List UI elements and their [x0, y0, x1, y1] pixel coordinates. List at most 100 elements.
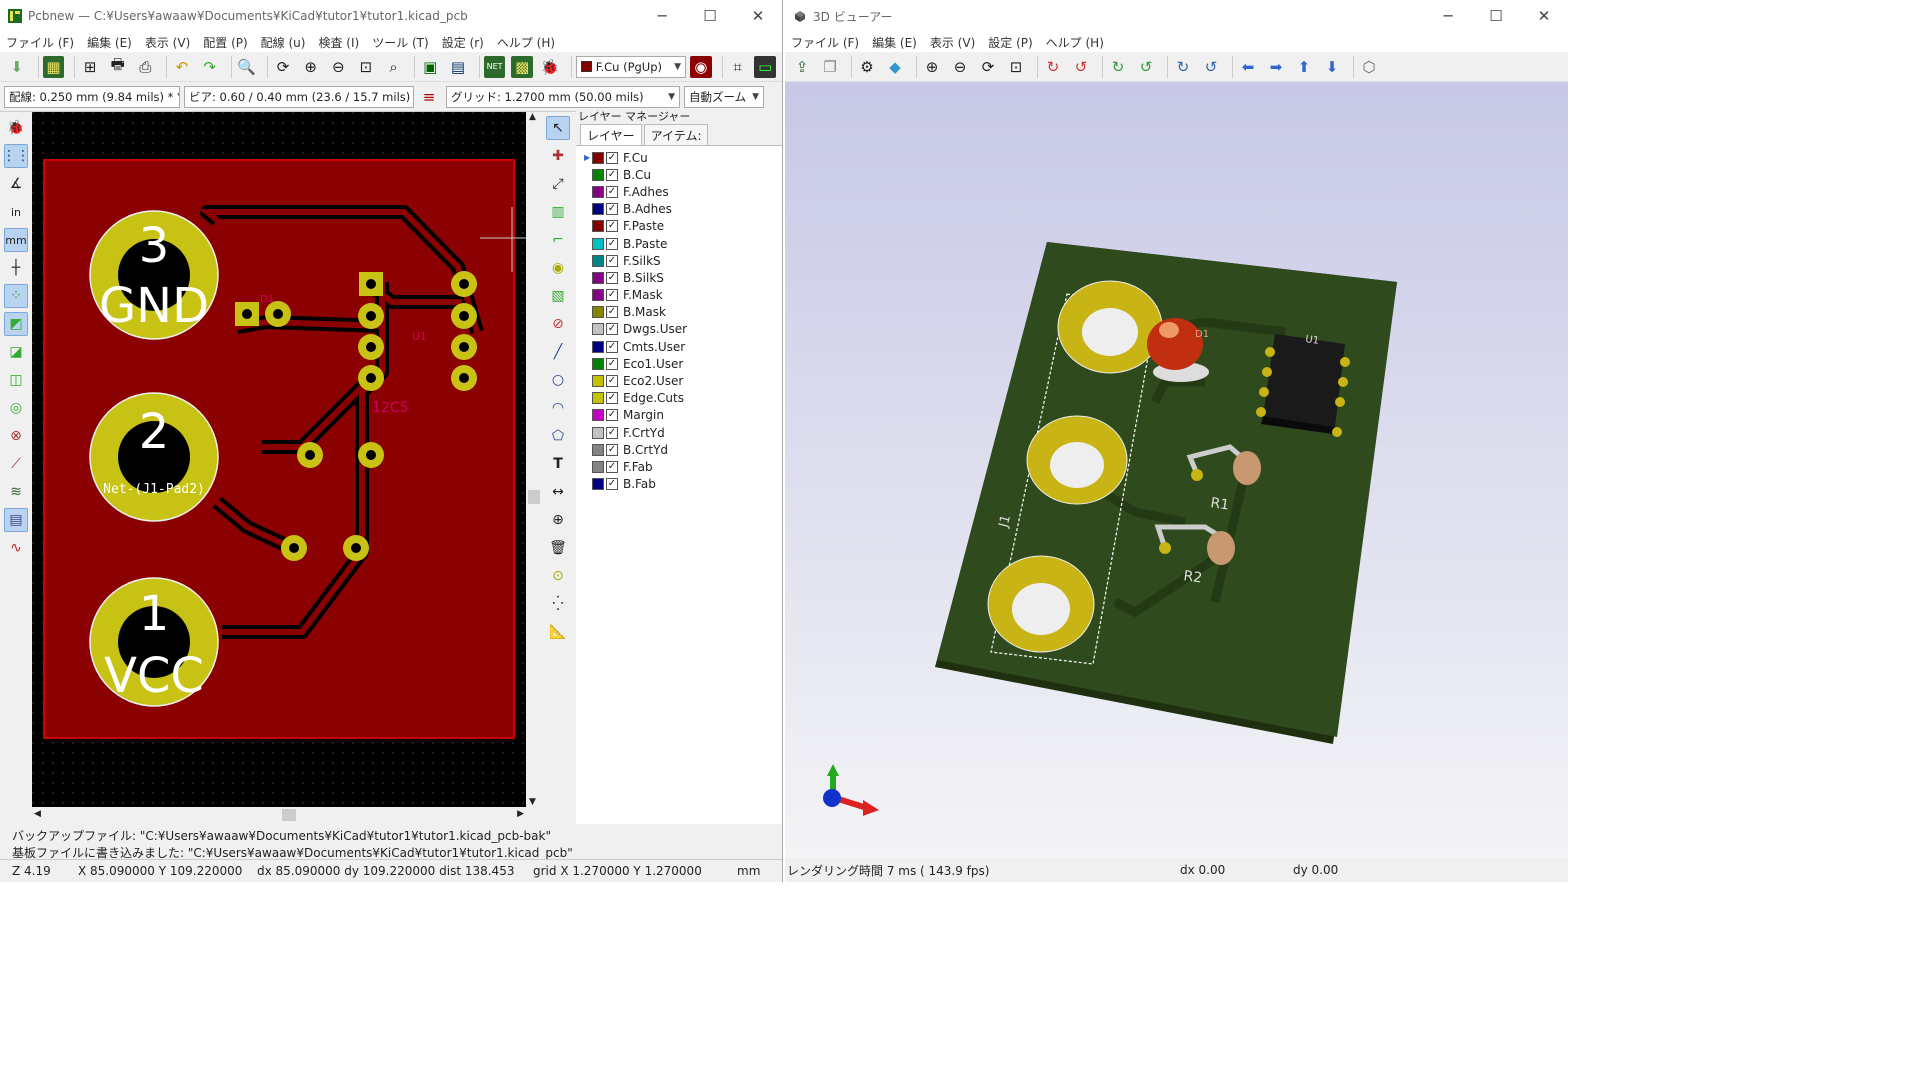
layer-row[interactable]: ✓ Margin: [576, 407, 782, 424]
draw-arc-icon[interactable]: ◠: [546, 396, 570, 420]
drc-icon[interactable]: 🐞: [539, 56, 561, 78]
maximize-button[interactable]: ☐: [686, 0, 734, 32]
layer-color-swatch[interactable]: [592, 426, 604, 439]
netlist-icon[interactable]: NET: [483, 55, 506, 78]
layer-row[interactable]: ✓ F.Mask: [576, 287, 782, 304]
track-width-select[interactable]: 配線: 0.250 mm (9.84 mils) * ▼: [4, 85, 180, 108]
draw-polygon-icon[interactable]: ⬠: [546, 424, 570, 448]
draw-line-icon[interactable]: ╱: [546, 340, 570, 364]
layer-color-swatch[interactable]: [592, 478, 604, 491]
microwave-icon[interactable]: ∿: [4, 536, 28, 560]
undo-icon[interactable]: ↶: [171, 56, 193, 78]
track-sketch-icon[interactable]: ⟋: [4, 452, 28, 476]
set-origin-icon[interactable]: ⊙: [546, 564, 570, 588]
close-button[interactable]: ✕: [734, 0, 782, 32]
update-pcb-icon[interactable]: ▩: [511, 55, 534, 78]
zoom-out-icon[interactable]: ⊖: [327, 56, 349, 78]
refresh-icon[interactable]: ⟳: [272, 56, 294, 78]
layer-visibility-checkbox[interactable]: ✓: [606, 151, 618, 164]
menu-view[interactable]: 表示 (V): [930, 34, 975, 51]
maximize-button[interactable]: ☐: [1472, 0, 1520, 32]
add-via-icon[interactable]: ◉: [546, 256, 570, 280]
route-track-icon[interactable]: ⌐: [546, 228, 570, 252]
scroll-right-icon[interactable]: ▶: [517, 809, 524, 819]
layer-row[interactable]: ✓ Edge.Cuts: [576, 390, 782, 407]
menu-view[interactable]: 表示 (V): [145, 34, 190, 51]
layer-visibility-checkbox[interactable]: ✓: [606, 185, 618, 198]
layer-row[interactable]: ✓ F.SilkS: [576, 252, 782, 269]
scroll-left-icon[interactable]: ◀: [34, 809, 41, 819]
copy-image-icon[interactable]: ❐: [819, 56, 841, 78]
measure-tool-icon[interactable]: 📐: [546, 620, 570, 644]
move-right-icon[interactable]: ➡: [1265, 56, 1287, 78]
canvas-vertical-scrollbar[interactable]: ▲ ▼: [526, 112, 542, 807]
layer-visibility-checkbox[interactable]: ✓: [606, 254, 618, 267]
layer-color-swatch[interactable]: [592, 357, 604, 370]
menu-edit[interactable]: 編集 (E): [872, 34, 917, 51]
page-settings-icon[interactable]: ⊞: [79, 56, 101, 78]
canvas-horizontal-scrollbar[interactable]: ◀ ▶: [32, 807, 526, 824]
plot-icon[interactable]: ⎙: [135, 56, 157, 78]
tab-layers[interactable]: レイヤー: [580, 124, 642, 145]
high-contrast-icon[interactable]: ≋: [4, 480, 28, 504]
scroll-thumb[interactable]: [528, 490, 540, 504]
layer-row[interactable]: ✓ B.CrtYd: [576, 441, 782, 458]
grid-toggle-icon[interactable]: ⋮⋮: [2, 144, 30, 168]
layer-color-swatch[interactable]: [592, 220, 604, 233]
zoom-fit-icon[interactable]: ⊡: [355, 56, 377, 78]
add-text-icon[interactable]: T: [546, 452, 570, 476]
drc-marker-icon[interactable]: 🐞: [4, 116, 28, 140]
delete-tool-icon[interactable]: 🗑: [546, 536, 570, 560]
zoom-select[interactable]: 自動ズーム ▼: [684, 85, 764, 108]
units-inch-button[interactable]: in: [4, 200, 28, 224]
python-console-icon[interactable]: ▭: [754, 55, 777, 78]
zoom-selection-icon[interactable]: ⌕: [383, 56, 405, 78]
zone-sketch-icon[interactable]: ◫: [4, 368, 28, 392]
tab-items[interactable]: アイテム:: [643, 124, 709, 145]
cursor-shape-icon[interactable]: ┼: [4, 256, 28, 280]
layer-color-swatch[interactable]: [592, 151, 604, 164]
refresh-icon[interactable]: ⟳: [977, 56, 999, 78]
board-setup-icon[interactable]: ▦: [42, 55, 65, 78]
layer-row[interactable]: ✓ Eco1.User: [576, 355, 782, 372]
layer-row[interactable]: ▶ ✓ F.Cu: [576, 149, 782, 166]
menu-place[interactable]: 配置 (P): [203, 34, 247, 51]
minimize-button[interactable]: ─: [1424, 0, 1472, 32]
polar-coords-icon[interactable]: ∡: [4, 172, 28, 196]
menu-preferences[interactable]: 設定 (r): [442, 34, 484, 51]
via-sketch-icon[interactable]: ⊗: [4, 424, 28, 448]
rotate-x-ccw-icon[interactable]: ↺: [1070, 56, 1092, 78]
layer-visibility-checkbox[interactable]: ✓: [606, 375, 618, 388]
layer-row[interactable]: ✓ F.Fab: [576, 458, 782, 475]
layer-row[interactable]: ✓ F.Paste: [576, 218, 782, 235]
layer-visibility-checkbox[interactable]: ✓: [606, 220, 618, 233]
layer-color-swatch[interactable]: [592, 375, 604, 388]
raytracing-cube-icon[interactable]: ◆: [884, 56, 906, 78]
rotate-y-cw-icon[interactable]: ↻: [1107, 56, 1129, 78]
new-board-icon[interactable]: ⬇: [6, 56, 28, 78]
draw-circle-icon[interactable]: ○: [546, 368, 570, 392]
move-left-icon[interactable]: ⬅: [1237, 56, 1259, 78]
add-footprint-icon[interactable]: ▥: [546, 200, 570, 224]
scripting-icon[interactable]: ⌗: [727, 56, 749, 78]
footprint-browser-icon[interactable]: ▤: [447, 56, 469, 78]
scroll-up-icon[interactable]: ▲: [529, 112, 536, 122]
layer-row[interactable]: ✓ B.SilkS: [576, 269, 782, 286]
layer-color-swatch[interactable]: [592, 340, 604, 353]
zone-outline-icon[interactable]: ◪: [4, 340, 28, 364]
settings-gear-icon[interactable]: ⚙: [856, 56, 878, 78]
menu-help[interactable]: ヘルプ (H): [1046, 34, 1104, 51]
ortho-view-icon[interactable]: ⬡: [1358, 56, 1380, 78]
layer-visibility-checkbox[interactable]: ✓: [606, 289, 618, 302]
layer-visibility-checkbox[interactable]: ✓: [606, 203, 618, 216]
layer-color-swatch[interactable]: [592, 392, 604, 405]
layer-visibility-checkbox[interactable]: ✓: [606, 443, 618, 456]
layer-color-swatch[interactable]: [592, 409, 604, 422]
zone-fill-icon[interactable]: ◩: [4, 312, 28, 336]
layers-manager-icon[interactable]: ▤: [4, 508, 28, 532]
layer-row[interactable]: ✓ B.Adhes: [576, 201, 782, 218]
layer-visibility-checkbox[interactable]: ✓: [606, 323, 618, 336]
layer-pair-icon[interactable]: ◉: [690, 55, 712, 78]
layer-row[interactable]: ✓ Eco2.User: [576, 372, 782, 389]
layer-row[interactable]: ✓ Cmts.User: [576, 338, 782, 355]
